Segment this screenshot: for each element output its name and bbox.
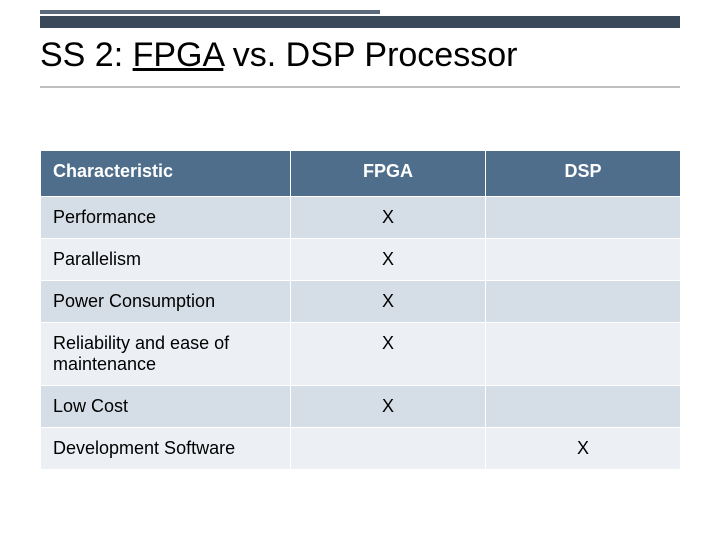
cell-dsp: X [486, 428, 681, 470]
row-label: Development Software [41, 428, 291, 470]
cell-dsp [486, 323, 681, 386]
comparison-table: Characteristic FPGA DSP Performance X Pa… [40, 150, 681, 470]
title-prefix: SS 2: [40, 36, 133, 74]
row-label: Parallelism [41, 239, 291, 281]
cell-fpga: X [291, 281, 486, 323]
decorative-bar [40, 10, 380, 14]
table-row: Development Software X [41, 428, 681, 470]
table-row: Parallelism X [41, 239, 681, 281]
decorative-bar [40, 16, 680, 28]
row-label: Low Cost [41, 386, 291, 428]
table-row: Reliability and ease of maintenance X [41, 323, 681, 386]
page-title: SS 2: FPGA vs. DSP Processor [40, 36, 517, 75]
col-header-dsp: DSP [486, 151, 681, 197]
row-label: Reliability and ease of maintenance [41, 323, 291, 386]
table-row: Power Consumption X [41, 281, 681, 323]
cell-dsp [486, 386, 681, 428]
col-header-fpga: FPGA [291, 151, 486, 197]
cell-fpga: X [291, 239, 486, 281]
cell-fpga: X [291, 197, 486, 239]
title-underlined: FPGA [133, 36, 224, 74]
row-label: Performance [41, 197, 291, 239]
table-row: Low Cost X [41, 386, 681, 428]
row-label: Power Consumption [41, 281, 291, 323]
cell-fpga: X [291, 386, 486, 428]
table-header-row: Characteristic FPGA DSP [41, 151, 681, 197]
title-suffix: vs. DSP Processor [233, 36, 518, 74]
cell-fpga [291, 428, 486, 470]
cell-dsp [486, 197, 681, 239]
cell-dsp [486, 239, 681, 281]
title-underline-rule [40, 86, 680, 88]
cell-dsp [486, 281, 681, 323]
cell-fpga: X [291, 323, 486, 386]
col-header-characteristic: Characteristic [41, 151, 291, 197]
table-row: Performance X [41, 197, 681, 239]
slide: SS 2: FPGA vs. DSP Processor Characteris… [0, 0, 720, 540]
